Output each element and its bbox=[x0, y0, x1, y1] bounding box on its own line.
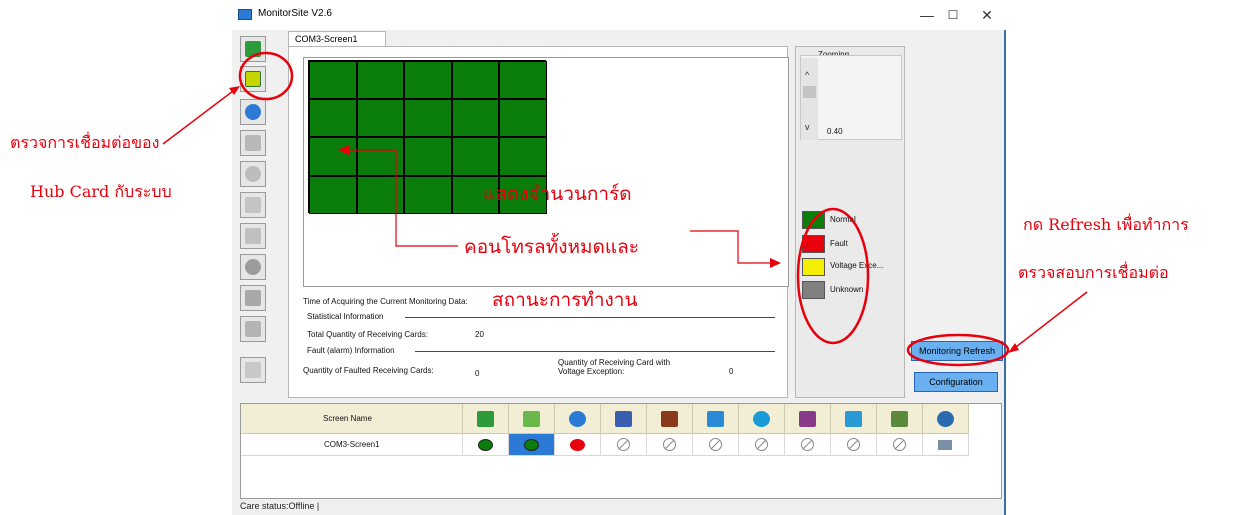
annotation-refresh-2: ตรวจสอบการเชื่อมต่อ bbox=[1018, 263, 1169, 282]
arrow-head bbox=[338, 145, 349, 155]
arrow-line bbox=[162, 87, 238, 145]
annotation-center-2: คอนโทรลทั้งหมดและ bbox=[464, 236, 639, 258]
arrow-head bbox=[770, 258, 781, 268]
legend-highlight bbox=[796, 207, 870, 345]
hub-card-highlight bbox=[238, 51, 294, 101]
bracket-line bbox=[395, 150, 458, 247]
refresh-highlight bbox=[906, 333, 1010, 367]
annotation-refresh-1: กด Refresh เพื่อทำการ bbox=[1023, 215, 1189, 234]
annotation-hub-card-2: Hub Card กับระบบ bbox=[30, 182, 172, 201]
annotation-center-3: สถานะการทำงาน bbox=[492, 289, 638, 311]
annotation-center-1: แสดงจำนวนการ์ด bbox=[483, 183, 632, 205]
bracket-line bbox=[690, 230, 770, 264]
annotation-hub-card-1: ตรวจการเชื่อมต่อของ bbox=[10, 133, 160, 152]
arrow-head bbox=[1008, 343, 1019, 353]
arrow-line bbox=[1011, 291, 1088, 351]
